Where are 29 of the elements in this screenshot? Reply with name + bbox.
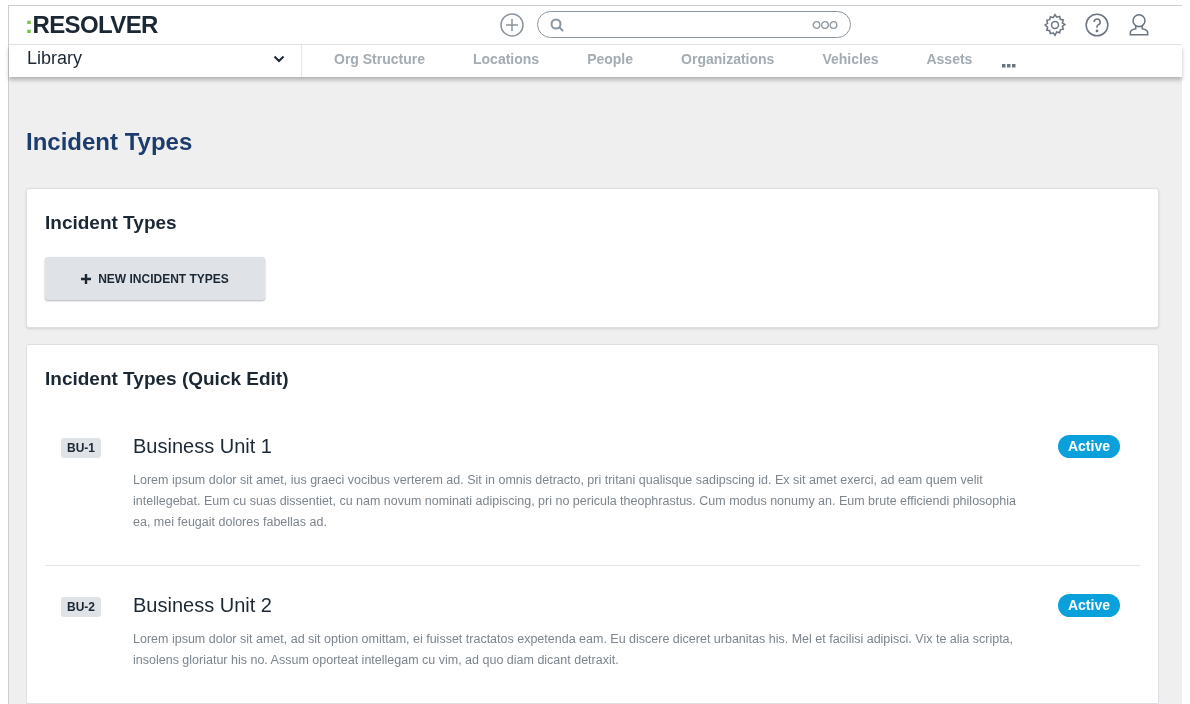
card-title: Incident Types <box>45 210 178 235</box>
nav-tab[interactable]: Vehicles <box>800 49 901 71</box>
library-dropdown[interactable]: Library <box>9 45 302 77</box>
add-icon[interactable] <box>498 12 525 38</box>
code-tag: BU-1 <box>61 438 101 458</box>
nav-tab[interactable]: Org Structure <box>312 49 447 71</box>
item-description: Lorem ipsum dolor sit amet, ius graeci vocibus verterem ad. Sit in omnis detracto, pri tritani qualisque sadipscing id. Ex sit amet exerci, ad eam quem velit intellegebat. Eum cu suas dissentiet, cu nam novum nominati adipiscing, pri no pericula theophrastus. Cum modus nonumy an. Eum brute efficiendi philosophia ea, mei feugait dolores fabellas ad. <box>133 472 1017 531</box>
logo: :RESOLVER <box>25 10 158 40</box>
nav-tab[interactable]: Locations <box>451 49 562 71</box>
help-icon[interactable] <box>1084 12 1110 38</box>
item-name[interactable]: Business Unit 2 <box>133 590 1023 620</box>
item-description: Lorem ipsum dolor sit amet, ad sit option omittam, ei fuisset tractatos expetenda eam. Eu discere diceret urbanitas his. Mel et facilisi adipisci. Vix te alia scripta, insolens gloriatur his no. Assum oporteat intellegam cu vim, ad quo diam dicant detraxit. <box>133 631 1015 669</box>
more-options-icon[interactable] <box>811 20 838 30</box>
nav-tab[interactable]: Organizations <box>659 49 797 71</box>
code-tag: BU-2 <box>61 597 101 617</box>
nav-tab[interactable]: People <box>565 49 656 71</box>
status-badge: Active <box>1057 594 1120 617</box>
more-icon[interactable] <box>1002 63 1017 68</box>
new-incident-types-button[interactable]: NEW INCIDENT TYPES <box>45 257 265 300</box>
dropdown-label: Library <box>27 47 83 71</box>
settings-icon[interactable] <box>1042 12 1068 38</box>
page-title: Incident Types <box>26 126 194 157</box>
plus-icon <box>81 273 92 284</box>
search-icon <box>549 18 564 32</box>
nav-tab[interactable]: Assets <box>904 49 995 71</box>
item-name[interactable]: Business Unit 1 <box>133 431 1023 461</box>
chevron-down-icon <box>273 54 285 63</box>
card-title: Incident Types (Quick Edit) <box>45 366 290 391</box>
status-badge: Active <box>1057 435 1120 458</box>
